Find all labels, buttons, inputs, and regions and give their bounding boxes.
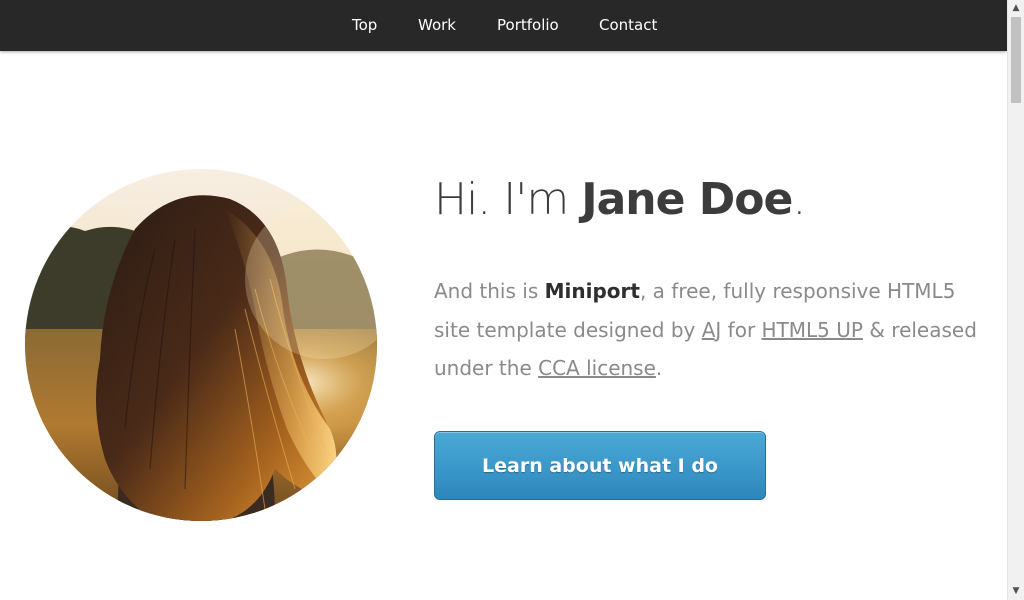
nav-item-top[interactable]: Top [352,0,377,51]
intro-line-1: And this is Miniport, a free, fully resp… [434,272,994,311]
learn-more-button[interactable]: Learn about what I do [434,431,766,500]
portrait-illustration [25,169,377,521]
intro-text: , a free, fully responsive HTML5 [639,279,956,303]
greeting-suffix: . [792,174,806,225]
hero-headline: Hi. I'm Jane Doe. [434,172,806,228]
page-viewport: Top Work Portfolio Contact Hi. I'm Jane … [0,0,1007,600]
nav-item-contact[interactable]: Contact [599,0,657,51]
intro-line-3: under the CCA license. [434,349,994,388]
hero-intro: And this is Miniport, a free, fully resp… [434,272,994,388]
intro-text: . [655,356,663,380]
nav-item-work[interactable]: Work [418,0,456,51]
portrait-photo [25,169,377,521]
intro-text: & released [862,317,977,342]
vertical-scrollbar[interactable]: ▲ ▼ [1007,0,1024,600]
arrow-up-icon[interactable]: ▲ [1008,0,1024,17]
product-name: Miniport [544,279,640,303]
intro-text: site template designed by [434,317,702,342]
top-navigation: Top Work Portfolio Contact [0,0,1007,51]
greeting-prefix: Hi. I'm [434,174,582,225]
intro-text: for [721,317,762,342]
intro-line-2: site template designed by AJ for HTML5 U… [434,311,994,350]
license-link[interactable]: CCA license [538,356,656,380]
nav-item-portfolio[interactable]: Portfolio [497,0,559,51]
arrow-down-icon[interactable]: ▼ [1008,583,1024,600]
person-name: Jane Doe [581,174,793,225]
intro-text: And this is [434,279,545,303]
scrollbar-thumb[interactable] [1011,17,1021,103]
intro-text: under the [434,356,539,380]
author-link[interactable]: AJ [702,318,722,342]
html5up-link[interactable]: HTML5 UP [762,318,863,342]
